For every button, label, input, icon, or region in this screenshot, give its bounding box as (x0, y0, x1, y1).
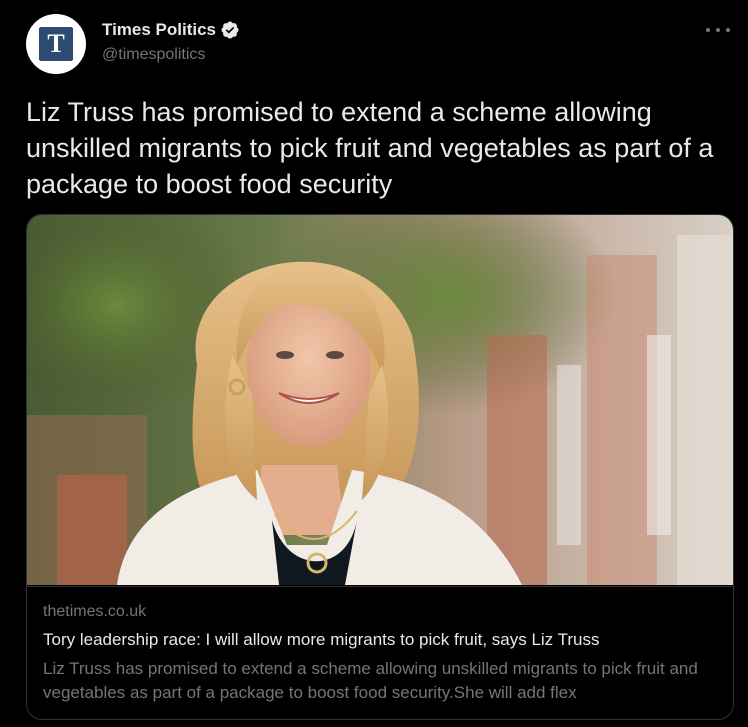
tweet-text: Liz Truss has promised to extend a schem… (26, 97, 714, 199)
link-card[interactable]: thetimes.co.uk Tory leadership race: I w… (26, 214, 734, 720)
article-photo (27, 215, 733, 585)
tweet: T Times Politics @timespolitics Liz Trus… (0, 0, 748, 727)
more-options-icon[interactable] (706, 22, 730, 38)
times-logo: T (39, 27, 73, 61)
display-name[interactable]: Times Politics (102, 20, 216, 40)
avatar-letter: T (47, 29, 65, 58)
avatar[interactable]: T (26, 14, 86, 74)
account-name-row: Times Politics (102, 20, 240, 40)
card-body: thetimes.co.uk Tory leadership race: I w… (27, 586, 733, 719)
verified-badge-icon (221, 21, 239, 39)
card-title[interactable]: Tory leadership race: I will allow more … (43, 630, 599, 650)
card-domain: thetimes.co.uk (43, 603, 147, 620)
account-handle[interactable]: @timespolitics (102, 46, 205, 64)
card-description: Liz Truss has promised to extend a schem… (43, 659, 698, 702)
